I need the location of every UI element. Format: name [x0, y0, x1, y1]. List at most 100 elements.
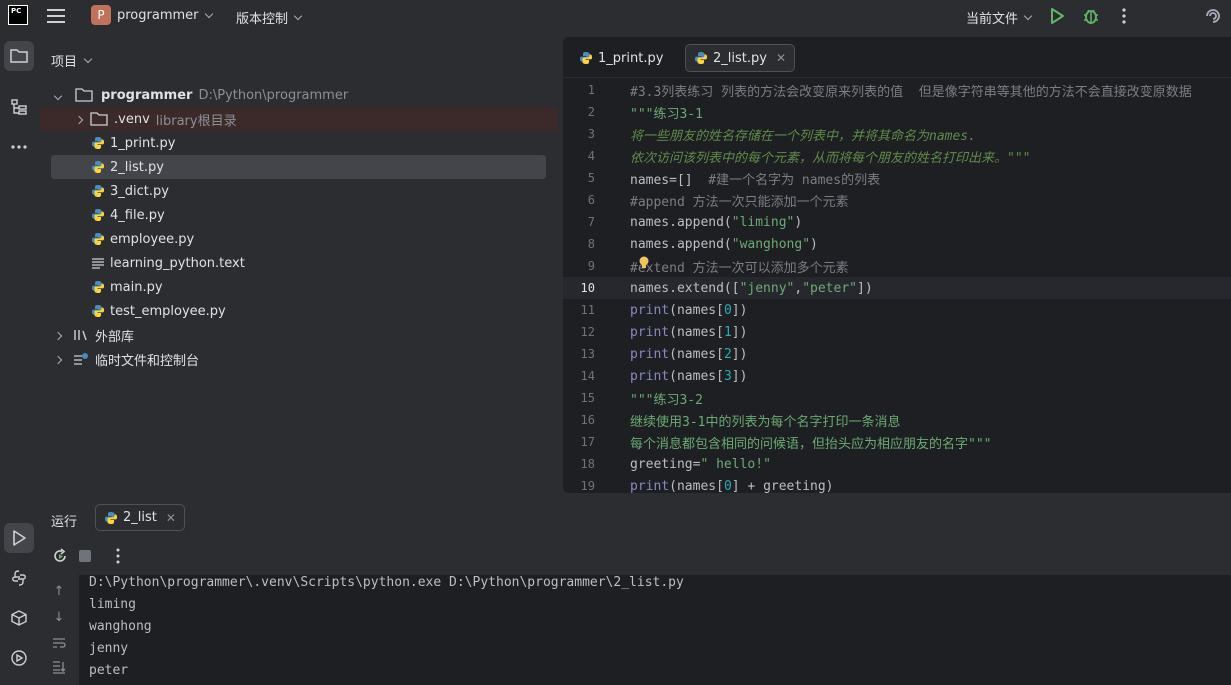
tree-external-libraries[interactable]: 外部库	[51, 323, 546, 347]
services-button[interactable]	[4, 643, 34, 673]
stop-button[interactable]	[79, 550, 91, 562]
code-line[interactable]: 14 print(names[3])	[563, 365, 1231, 387]
rerun-button[interactable]	[52, 548, 68, 568]
code-line[interactable]: 5 names=[] #建一个名字为 names的列表	[563, 167, 1231, 189]
debug-button[interactable]	[1082, 6, 1100, 26]
run-tool-button[interactable]	[4, 523, 34, 553]
line-number: 1	[587, 83, 595, 97]
line-number: 14	[580, 369, 595, 383]
chevron-down-icon	[293, 11, 303, 20]
python-file-icon	[695, 52, 707, 64]
console-output[interactable]: D:\Python\programmer\.venv\Scripts\pytho…	[79, 575, 1231, 685]
venv-name: .venv	[114, 111, 150, 127]
python-file-icon	[92, 305, 104, 317]
scroll-to-end-icon[interactable]	[51, 659, 67, 675]
code-line[interactable]: 12 print(names[1])	[563, 321, 1231, 343]
code-line[interactable]: 7 names.append("liming")	[563, 211, 1231, 233]
main-menu-icon[interactable]	[46, 7, 66, 25]
scroll-up-icon[interactable]: ↑	[51, 583, 67, 599]
tab-label: 1_print.py	[598, 50, 664, 66]
code-line[interactable]: 2 """练习3-1	[563, 101, 1231, 123]
rerun-icon	[54, 548, 66, 562]
tree-file-item[interactable]: test_employee.py	[51, 299, 546, 323]
lightbulb-icon[interactable]	[638, 255, 650, 271]
file-name: test_employee.py	[110, 303, 226, 319]
scratches-icon	[74, 353, 88, 365]
folder-icon	[90, 112, 108, 126]
python-console-button[interactable]	[4, 563, 34, 593]
tree-venv-folder[interactable]: .venv library根目录	[40, 107, 558, 131]
soft-wrap-icon[interactable]	[51, 635, 67, 651]
tree-root-folder[interactable]: programmer D:\Python\programmer	[51, 83, 546, 107]
code-text: 依次访问该列表中的每个元素，从而将每个朋友的姓名打印出来。"""	[630, 150, 1031, 166]
code-line[interactable]: 8 names.append("wanghong")	[563, 233, 1231, 255]
close-icon[interactable]: ✕	[166, 511, 176, 525]
run-icon	[13, 530, 26, 546]
code-text: 每个消息都包含相同的问候语，但抬头应为相应朋友的名字"""	[630, 436, 992, 452]
folder-icon	[75, 88, 93, 102]
tree-file-item[interactable]: 1_print.py	[51, 131, 546, 155]
python-file-icon	[92, 233, 104, 245]
tree-file-item[interactable]: 3_dict.py	[51, 179, 546, 203]
vcs-label: 版本控制	[236, 12, 289, 27]
code-line[interactable]: 19 print(names[0] + greeting)	[563, 475, 1231, 494]
tab-1-print[interactable]: 1_print.py	[571, 44, 671, 72]
code-line[interactable]: 11 print(names[0])	[563, 299, 1231, 321]
line-number: 8	[587, 237, 595, 251]
tree-file-item[interactable]: main.py	[51, 275, 546, 299]
code-line[interactable]: 18 greeting=" hello!"	[563, 453, 1231, 475]
tree-file-item[interactable]: 4_file.py	[51, 203, 546, 227]
more-actions-icon[interactable]	[1118, 7, 1130, 25]
python-file-icon	[580, 52, 592, 64]
code-line[interactable]: 15 """练习3-2	[563, 387, 1231, 409]
project-tool-button[interactable]	[4, 41, 34, 71]
project-panel-title[interactable]: 项目	[51, 51, 93, 70]
structure-tool-button[interactable]	[4, 92, 34, 122]
file-name: 3_dict.py	[110, 183, 169, 199]
tree-file-item[interactable]: 2_list.py	[51, 155, 546, 179]
code-line[interactable]: 4 依次访问该列表中的每个元素，从而将每个朋友的姓名打印出来。"""	[563, 145, 1231, 167]
python-file-icon	[92, 137, 104, 149]
run-more-icon[interactable]	[114, 547, 122, 569]
chevron-right-icon	[53, 331, 63, 340]
python-packages-button[interactable]	[4, 603, 34, 633]
ai-assistant-icon[interactable]	[1203, 6, 1223, 26]
tab-2-list[interactable]: 2_list.py ✕	[685, 44, 796, 72]
code-line[interactable]: 3 将一些朋友的姓名存储在一个列表中，并将其命名为names.	[563, 123, 1231, 145]
code-text: names.append("liming")	[630, 214, 803, 230]
close-icon[interactable]: ✕	[776, 51, 786, 65]
code-line[interactable]: 13 print(names[2])	[563, 343, 1231, 365]
code-line[interactable]: 6 #append 方法一次只能添加一个元素	[563, 189, 1231, 211]
scroll-down-icon[interactable]: ↓	[51, 609, 67, 625]
code-line[interactable]: 10 names.extend(["jenny","peter"])	[563, 277, 1231, 299]
run-tab-2-list[interactable]: 2_list ✕	[95, 504, 185, 531]
code-text: names.append("wanghong")	[630, 236, 818, 252]
structure-icon	[11, 99, 27, 115]
project-badge[interactable]: P	[91, 5, 111, 25]
pycharm-logo[interactable]: PC	[8, 5, 28, 25]
run-button[interactable]	[1049, 7, 1065, 25]
chevron-down-icon	[1023, 11, 1033, 20]
tree-file-item[interactable]: learning_python.text	[51, 251, 546, 275]
vcs-menu[interactable]: 版本控制	[236, 8, 303, 27]
run-config-selector[interactable]: 当前文件	[966, 8, 1033, 27]
code-text: print(names[2])	[630, 346, 748, 362]
console-line: wanghong	[89, 619, 152, 634]
code-line[interactable]: 1 #3.3列表练习 列表的方法会改变原来列表的值 但是像字符串等其他的方法不会直…	[563, 79, 1231, 101]
code-text: #3.3列表练习 列表的方法会改变原来列表的值 但是像字符串等其他的方法不会直接…	[630, 84, 1192, 100]
code-line[interactable]: 17 每个消息都包含相同的问候语，但抬头应为相应朋友的名字"""	[563, 431, 1231, 453]
tree-scratches[interactable]: 临时文件和控制台	[51, 347, 546, 371]
line-number: 19	[580, 479, 595, 493]
code-text: #extend 方法一次可以添加多个元素	[630, 260, 849, 276]
python-console-icon	[12, 570, 26, 586]
line-number: 5	[587, 171, 595, 185]
code-line[interactable]: 9 #extend 方法一次可以添加多个元素	[563, 255, 1231, 277]
tab-label: 2_list.py	[713, 50, 767, 66]
more-tools-icon[interactable]	[4, 132, 34, 162]
python-file-icon	[92, 185, 104, 197]
project-switcher[interactable]: programmer	[117, 8, 213, 23]
tree-file-item[interactable]: employee.py	[51, 227, 546, 251]
line-number: 18	[580, 457, 595, 471]
code-line[interactable]: 16 继续使用3-1中的列表为每个名字打印一条消息	[563, 409, 1231, 431]
code-text: 将一些朋友的姓名存储在一个列表中，并将其命名为names.	[630, 128, 976, 144]
